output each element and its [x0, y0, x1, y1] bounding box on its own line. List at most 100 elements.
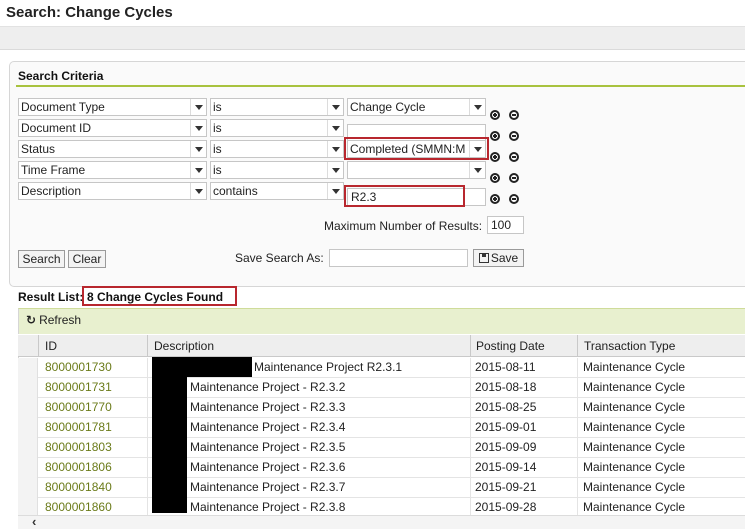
- add-circle-icon[interactable]: [490, 110, 500, 120]
- row-id-link[interactable]: 8000001803: [45, 440, 112, 454]
- remove-circle-icon[interactable]: [509, 173, 519, 183]
- save-search-input[interactable]: [329, 249, 468, 267]
- remove-circle-icon[interactable]: [509, 152, 519, 162]
- row-id-link[interactable]: 8000001731: [45, 380, 112, 394]
- criteria-operator-select[interactable]: contains: [210, 182, 344, 200]
- criteria-field-select[interactable]: Description: [18, 182, 207, 200]
- row-description: Maintenance Project - R2.3.6: [190, 460, 346, 474]
- table-row[interactable]: 8000001806 Maintenance Project - R2.3.6 …: [18, 458, 745, 478]
- criteria-field-value: Document Type: [21, 100, 105, 114]
- table-row[interactable]: 8000001781 Maintenance Project - R2.3.4 …: [18, 418, 745, 438]
- criteria-field-value: Time Frame: [21, 163, 86, 177]
- chevron-down-icon[interactable]: [327, 162, 343, 178]
- chevron-down-icon[interactable]: [190, 183, 206, 199]
- row-id-link[interactable]: 8000001781: [45, 420, 112, 434]
- remove-circle-icon[interactable]: [509, 110, 519, 120]
- row-transaction-type: Maintenance Cycle: [583, 400, 686, 414]
- remove-circle-icon[interactable]: [509, 194, 519, 204]
- column-header-id[interactable]: ID: [45, 339, 57, 353]
- row-posting-date: 2015-08-25: [475, 400, 537, 414]
- chevron-left-icon[interactable]: ‹: [32, 514, 36, 529]
- add-circle-icon[interactable]: [490, 194, 500, 204]
- criteria-field-select[interactable]: Document ID: [18, 119, 207, 137]
- time-frame-select[interactable]: [347, 161, 486, 179]
- chevron-down-icon[interactable]: [327, 99, 343, 115]
- criteria-field-value: Document ID: [21, 121, 92, 135]
- table-row[interactable]: 8000001730 Maintenance Project R2.3.1 20…: [18, 358, 745, 378]
- row-selector[interactable]: [18, 418, 38, 438]
- chevron-down-icon[interactable]: [190, 162, 206, 178]
- column-header-posting-date[interactable]: Posting Date: [476, 339, 545, 353]
- row-selector[interactable]: [18, 378, 38, 398]
- chevron-down-icon[interactable]: [327, 183, 343, 199]
- row-selector[interactable]: [18, 458, 38, 478]
- table-row[interactable]: 8000001770 Maintenance Project - R2.3.3 …: [18, 398, 745, 418]
- row-selector[interactable]: [18, 498, 38, 515]
- table-row[interactable]: 8000001731 Maintenance Project - R2.3.2 …: [18, 378, 745, 398]
- criteria-field-select[interactable]: Status: [18, 140, 207, 158]
- column-separator: [577, 335, 578, 357]
- row-posting-date: 2015-09-14: [475, 460, 537, 474]
- criteria-operator-select[interactable]: is: [210, 119, 344, 137]
- row-id-link[interactable]: 8000001730: [45, 360, 112, 374]
- column-header-transaction-type[interactable]: Transaction Type: [584, 339, 675, 353]
- criteria-field-select[interactable]: Document Type: [18, 98, 207, 116]
- chevron-down-icon[interactable]: [190, 141, 206, 157]
- row-transaction-type: Maintenance Cycle: [583, 440, 686, 454]
- chevron-down-icon[interactable]: [469, 99, 485, 115]
- criteria-field-value: Status: [21, 142, 56, 156]
- table-row[interactable]: 8000001860 Maintenance Project - R2.3.8 …: [18, 498, 745, 515]
- criteria-operator-value: is: [213, 142, 222, 156]
- row-transaction-type: Maintenance Cycle: [583, 480, 686, 494]
- criteria-operator-select[interactable]: is: [210, 140, 344, 158]
- refresh-button[interactable]: ↻ Refresh: [26, 313, 81, 327]
- description-input[interactable]: R2.3: [347, 188, 486, 206]
- add-circle-icon[interactable]: [490, 131, 500, 141]
- add-circle-icon[interactable]: [490, 173, 500, 183]
- table-row[interactable]: 8000001840 Maintenance Project - R2.3.7 …: [18, 478, 745, 498]
- status-value: Completed (SMMN:M: [350, 142, 466, 156]
- row-id-link[interactable]: 8000001806: [45, 460, 112, 474]
- chevron-down-icon[interactable]: [327, 141, 343, 157]
- table-row[interactable]: 8000001803 Maintenance Project - R2.3.5 …: [18, 438, 745, 458]
- criteria-value-select[interactable]: Change Cycle: [347, 98, 486, 116]
- row-description: Maintenance Project R2.3.1: [254, 360, 403, 374]
- column-separator: [38, 335, 39, 357]
- chevron-down-icon[interactable]: [190, 99, 206, 115]
- max-results-input[interactable]: 100: [487, 216, 524, 234]
- row-selector[interactable]: [18, 438, 38, 458]
- criteria-operator-select[interactable]: is: [210, 161, 344, 179]
- chevron-down-icon[interactable]: [469, 162, 485, 178]
- row-id-link[interactable]: 8000001860: [45, 500, 112, 514]
- row-transaction-type: Maintenance Cycle: [583, 380, 686, 394]
- floppy-disk-icon: [478, 253, 489, 263]
- chevron-down-icon[interactable]: [469, 141, 485, 157]
- row-description: Maintenance Project - R2.3.4: [190, 420, 346, 434]
- search-button[interactable]: Search: [18, 250, 65, 268]
- row-selector[interactable]: [18, 478, 38, 498]
- row-description: Maintenance Project - R2.3.7: [190, 480, 346, 494]
- horizontal-scrollbar[interactable]: [18, 515, 745, 529]
- row-posting-date: 2015-08-18: [475, 380, 537, 394]
- row-posting-date: 2015-09-28: [475, 500, 537, 514]
- add-circle-icon[interactable]: [490, 152, 500, 162]
- column-separator: [470, 335, 471, 357]
- row-description: Maintenance Project - R2.3.5: [190, 440, 346, 454]
- row-selector[interactable]: [18, 358, 38, 378]
- save-button[interactable]: Save: [473, 249, 524, 267]
- row-id-link[interactable]: 8000001840: [45, 480, 112, 494]
- chevron-down-icon[interactable]: [190, 120, 206, 136]
- clear-button[interactable]: Clear: [68, 250, 106, 268]
- criteria-operator-value: is: [213, 163, 222, 177]
- row-posting-date: 2015-09-21: [475, 480, 537, 494]
- chevron-down-icon[interactable]: [327, 120, 343, 136]
- row-id-link[interactable]: 8000001770: [45, 400, 112, 414]
- remove-circle-icon[interactable]: [509, 131, 519, 141]
- criteria-field-select[interactable]: Time Frame: [18, 161, 207, 179]
- row-selector[interactable]: [18, 398, 38, 418]
- criteria-operator-select[interactable]: is: [210, 98, 344, 116]
- status-select[interactable]: Completed (SMMN:M: [347, 140, 486, 158]
- column-header-description[interactable]: Description: [154, 339, 214, 353]
- result-count: 8 Change Cycles Found: [87, 290, 224, 304]
- row-transaction-type: Maintenance Cycle: [583, 420, 686, 434]
